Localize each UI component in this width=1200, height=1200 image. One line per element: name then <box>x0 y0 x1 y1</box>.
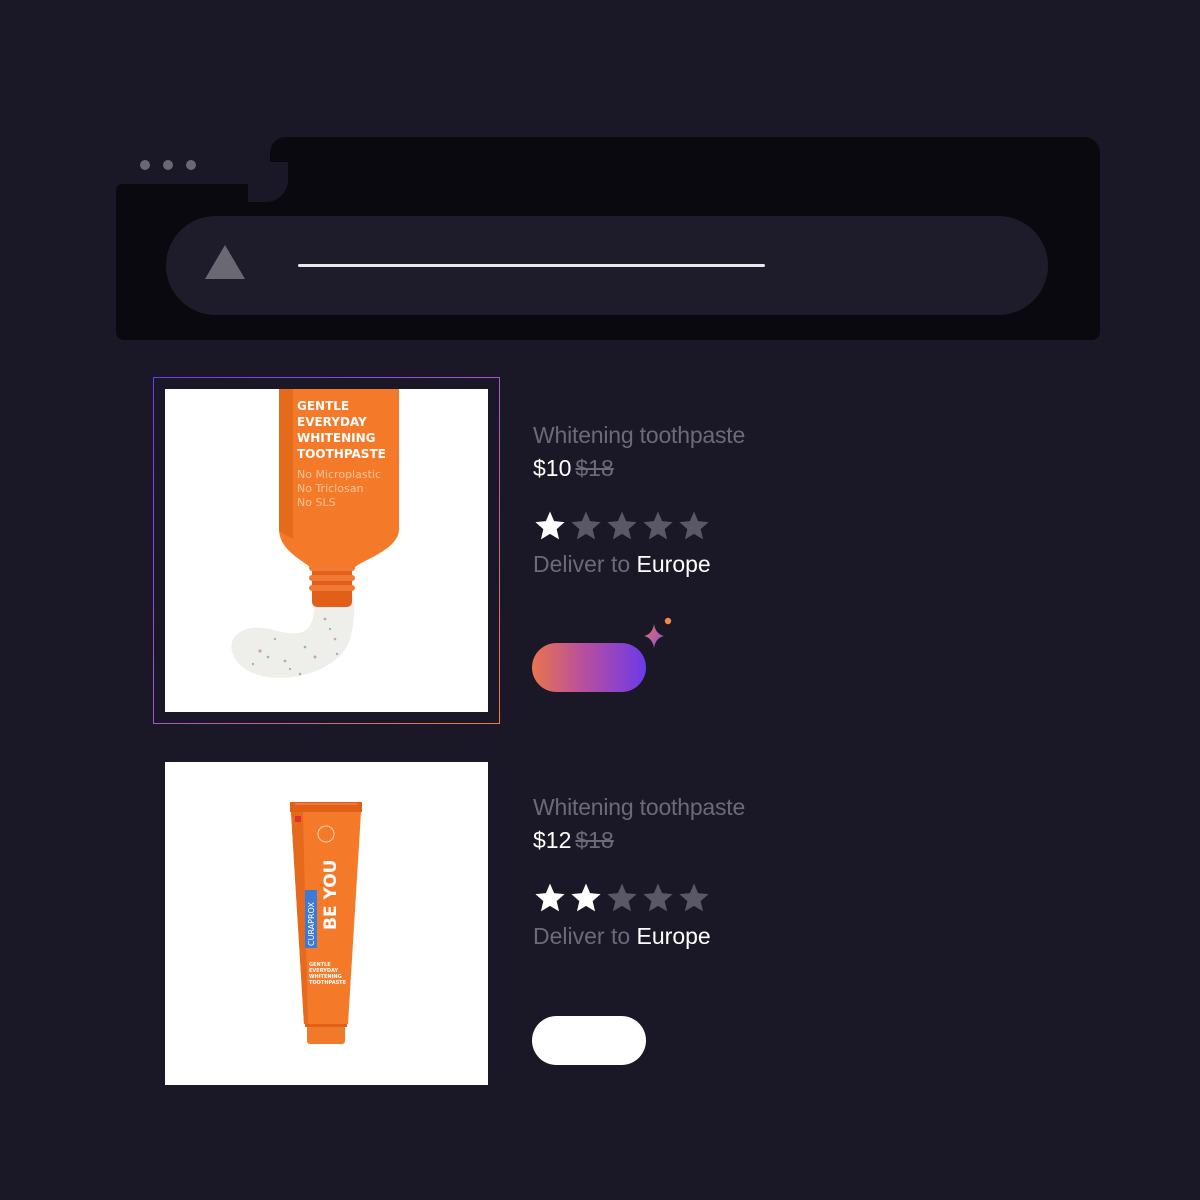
warning-triangle-icon <box>205 245 245 279</box>
toothpaste-tube-image: CURAPROX BE YOU GENTLE EVERYDAY WHITENIN… <box>290 802 362 1044</box>
star-empty-icon <box>679 511 709 540</box>
product-title[interactable]: Whitening toothpaste <box>533 792 745 822</box>
delivery-info: Deliver to Europe <box>533 921 745 951</box>
product-image[interactable]: CURAPROX BE YOU GENTLE EVERYDAY WHITENIN… <box>165 762 488 1085</box>
tube-text: TOOTHPASTE <box>309 980 347 986</box>
old-price: $18 <box>575 827 614 853</box>
sparkle-icon <box>644 617 672 648</box>
delivery-label: Deliver to <box>533 923 631 949</box>
delivery-region[interactable]: Europe <box>637 923 711 949</box>
delivery-region[interactable]: Europe <box>637 551 711 577</box>
star-filled-icon <box>571 883 601 912</box>
star-filled-icon <box>535 511 565 540</box>
add-to-cart-button[interactable] <box>532 643 646 692</box>
page: GENTLE EVERYDAY WHITENING TOOTHPASTE No … <box>0 0 1200 1200</box>
star-rating <box>533 509 745 545</box>
price: $10 <box>533 455 572 481</box>
product-info: Whitening toothpaste $12 $18 Deliver to E… <box>533 792 745 951</box>
star-empty-icon <box>571 511 601 540</box>
window-dot[interactable] <box>140 160 150 170</box>
product-info: Whitening toothpaste $10 $18 Deliver to E… <box>533 420 745 579</box>
brand-text: CURAPROX <box>307 902 316 946</box>
star-rating <box>533 881 745 917</box>
old-price: $18 <box>575 455 614 481</box>
window-controls[interactable] <box>140 160 196 170</box>
star-empty-icon <box>643 883 673 912</box>
star-empty-icon <box>607 883 637 912</box>
star-empty-icon <box>643 511 673 540</box>
price: $12 <box>533 827 572 853</box>
product-name-text: BE YOU <box>321 860 341 930</box>
selection-outline <box>153 377 500 724</box>
add-to-cart-button[interactable] <box>532 1016 646 1065</box>
price-row: $10 $18 <box>533 453 745 483</box>
window-dot[interactable] <box>186 160 196 170</box>
star-empty-icon <box>607 511 637 540</box>
window-dot[interactable] <box>163 160 173 170</box>
delivery-info: Deliver to Europe <box>533 549 745 579</box>
price-row: $12 $18 <box>533 825 745 855</box>
url-placeholder[interactable] <box>298 264 765 267</box>
delivery-label: Deliver to <box>533 551 631 577</box>
star-empty-icon <box>679 883 709 912</box>
star-filled-icon <box>535 883 565 912</box>
product-title[interactable]: Whitening toothpaste <box>533 420 745 450</box>
